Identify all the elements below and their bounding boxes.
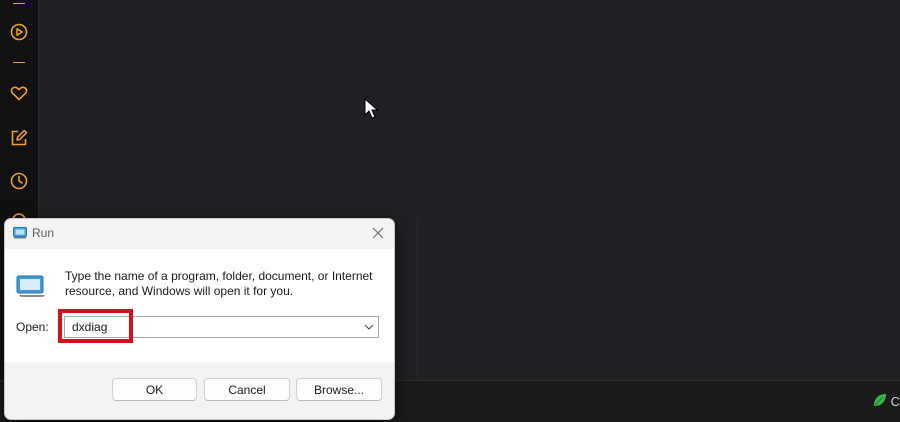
heart-icon[interactable]	[9, 83, 29, 103]
panel-divider	[417, 215, 418, 380]
sidebar-divider	[13, 3, 25, 4]
run-program-icon	[16, 275, 45, 297]
play-circle-icon[interactable]	[9, 22, 29, 42]
ok-button[interactable]: OK	[112, 378, 197, 401]
browse-button[interactable]: Browse...	[296, 378, 382, 401]
chevron-down-icon[interactable]	[363, 321, 375, 333]
close-icon	[372, 227, 384, 239]
mouse-cursor-icon	[364, 98, 379, 119]
edit-icon[interactable]	[9, 128, 29, 148]
run-app-icon	[13, 227, 27, 239]
cancel-button[interactable]: Cancel	[204, 378, 290, 401]
clock-icon[interactable]	[9, 171, 29, 191]
run-title: Run	[32, 226, 55, 240]
run-dialog: Run Type the name of a program, folder, …	[4, 218, 395, 420]
leaf-tray-icon[interactable]	[872, 392, 888, 408]
sidebar-divider	[13, 62, 25, 63]
highlight-annotation-box	[58, 309, 133, 343]
close-button[interactable]	[369, 224, 387, 242]
open-label: Open:	[16, 320, 49, 334]
run-description: Type the name of a program, folder, docu…	[65, 269, 373, 298]
tray-text: C	[890, 394, 900, 409]
run-body: Type the name of a program, folder, docu…	[5, 249, 394, 362]
run-titlebar[interactable]: Run	[5, 219, 394, 249]
